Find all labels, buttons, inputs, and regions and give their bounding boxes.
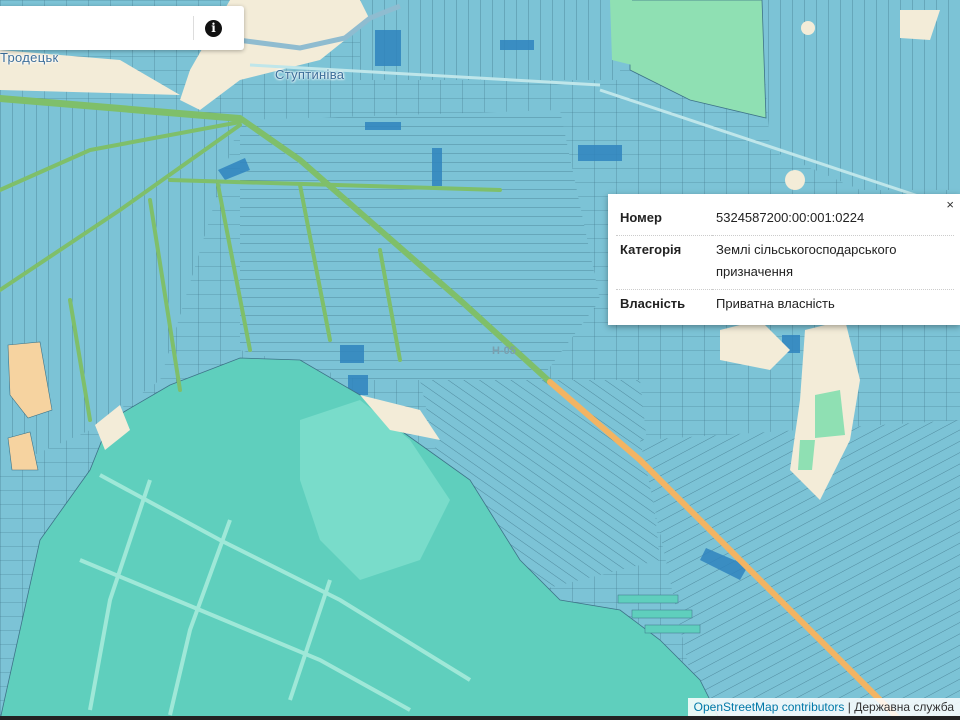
search-divider: [193, 16, 194, 40]
place-label-stuptyniva: Ступтиніва: [275, 67, 345, 82]
field-value: 5324587200:00:001:0224: [716, 210, 865, 225]
field-value: Приватна власність: [712, 289, 954, 321]
parcel-info-table: Номер 5324587200:00:001:0224 Категорія З…: [616, 204, 954, 321]
parcel-info-popup: × Номер 5324587200:00:001:0224 Категорія…: [608, 194, 960, 325]
table-row: Номер 5324587200:00:001:0224: [616, 204, 954, 236]
search-panel[interactable]: i: [0, 6, 244, 50]
bottom-edge-bar: [0, 716, 960, 720]
road-ref-label: Н-05: [492, 345, 516, 357]
map-attribution: OpenStreetMap contributors | Державна сл…: [687, 698, 960, 716]
field-label: Категорія: [616, 235, 712, 290]
osm-attribution-link[interactable]: OpenStreetMap contributors: [694, 700, 845, 714]
place-label-trodetsk: Тродецьк: [0, 50, 59, 65]
gov-attribution: Державна служба: [854, 700, 954, 714]
field-label: Номер: [620, 210, 662, 225]
attribution-separator: |: [847, 700, 851, 714]
field-value: Землі сільськогосподарського призначення: [712, 235, 954, 290]
green-parcel-east: [815, 390, 845, 438]
green-strip: [610, 0, 632, 65]
table-row: Власність Приватна власність: [616, 289, 954, 321]
table-row: Категорія Землі сільськогосподарського п…: [616, 235, 954, 290]
info-icon[interactable]: i: [205, 20, 222, 37]
cadastral-map[interactable]: [0, 0, 960, 720]
parcels-center: [240, 110, 600, 380]
field-label: Власність: [616, 289, 712, 321]
